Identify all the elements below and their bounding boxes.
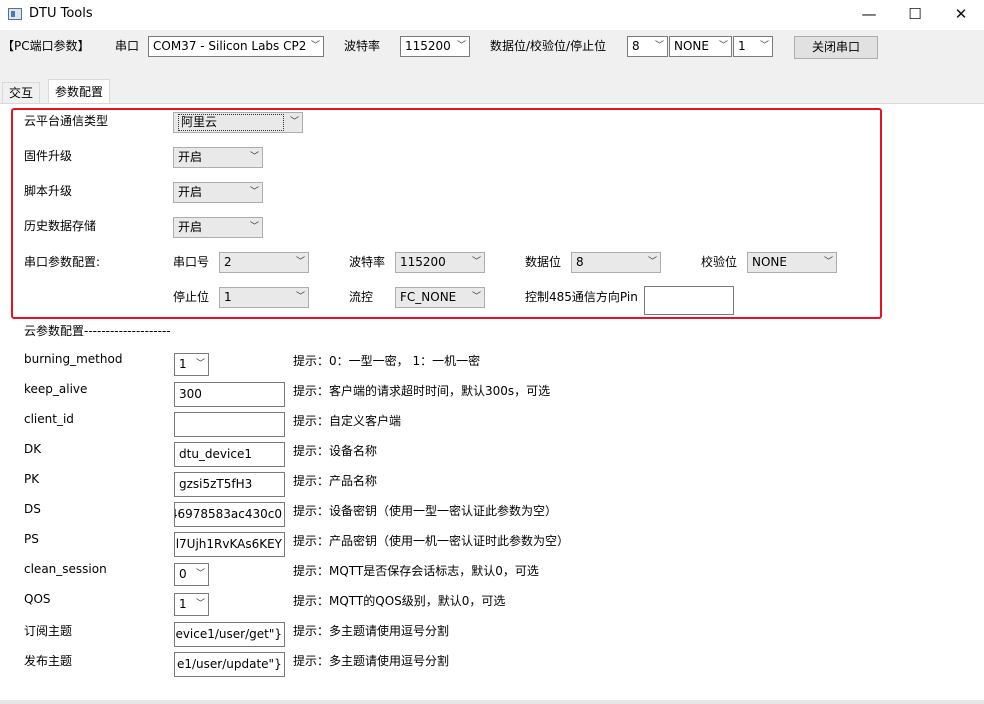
cloud-param-input[interactable]: 300	[174, 382, 285, 407]
serial-port-no-label: 串口号	[173, 255, 210, 269]
cloud-param-input[interactable]	[174, 412, 285, 437]
script-upgrade-label: 脚本升级	[24, 184, 73, 198]
baud-label: 波特率	[344, 39, 381, 53]
cloud-param-hint: 提示：产品名称	[293, 474, 378, 488]
serial-baud-select[interactable]: 115200 ﹀	[395, 252, 485, 273]
chevron-down-icon: ﹀	[293, 253, 308, 272]
dps-label: 数据位/校验位/停止位	[490, 39, 607, 53]
cloud-param-select[interactable]: 1 ﹀	[174, 353, 209, 376]
serial-stopbits-select[interactable]: 1 ﹀	[219, 287, 309, 308]
cloud-param-hint: 提示：MQTT的QOS级别，默认0，可选	[293, 594, 506, 608]
close-window-button[interactable]: ✕	[938, 0, 984, 30]
cloud-param-input[interactable]: e1/user/update"}	[174, 652, 285, 677]
cloud-param-hint: 提示：多主题请使用逗号分割	[293, 654, 450, 668]
cloud-param-label: PS	[24, 532, 39, 546]
pin485-input[interactable]	[644, 286, 734, 315]
cloud-param-hint: 提示：0：一型一密， 1：一机一密	[293, 354, 481, 368]
serial-parity-select[interactable]: NONE ﹀	[747, 252, 837, 273]
chevron-down-icon: ﹀	[247, 148, 262, 167]
cloud-param-label: 订阅主题	[24, 624, 73, 638]
cloud-param-hint: 提示：MQTT是否保存会话标志，默认0，可选	[293, 564, 539, 578]
chevron-down-icon: ﹀	[247, 218, 262, 237]
script-upgrade-select[interactable]: 开启 ﹀	[173, 182, 263, 203]
history-storage-label: 历史数据存储	[24, 219, 97, 233]
stopbits-select[interactable]: 1 ﹀	[733, 36, 773, 57]
cloud-param-label: keep_alive	[24, 382, 88, 396]
cloud-param-input[interactable]: dtu_device1	[174, 442, 285, 467]
serial-databits-label: 数据位	[525, 255, 562, 269]
cloud-type-label: 云平台通信类型	[24, 114, 109, 128]
baud-select[interactable]: 115200 ﹀	[400, 36, 470, 57]
tab-interaction[interactable]: 交互	[2, 82, 41, 104]
port-select[interactable]: COM37 - Silicon Labs CP2 ﹀	[148, 36, 324, 57]
window-title: DTU Tools	[29, 6, 93, 21]
cloud-param-hint: 提示：设备名称	[293, 444, 378, 458]
databits-select[interactable]: 8 ﹀	[627, 36, 668, 57]
serial-stopbits-label: 停止位	[173, 290, 210, 304]
chevron-down-icon: ﹀	[469, 253, 484, 272]
horizontal-scrollbar[interactable]	[0, 700, 984, 704]
serial-port-no-select[interactable]: 2 ﹀	[219, 252, 309, 273]
cloud-param-label: PK	[24, 472, 40, 486]
history-storage-select[interactable]: 开启 ﹀	[173, 217, 263, 238]
cloud-param-hint: 提示：设备密钥（使用一型一密认证此参数为空）	[293, 504, 558, 518]
pin485-label: 控制485通信方向Pin	[525, 290, 638, 304]
chevron-down-icon: ﹀	[308, 37, 323, 56]
serial-flow-label: 流控	[349, 290, 374, 304]
cloud-param-input[interactable]: evice1/user/get"}	[174, 622, 285, 647]
cloud-param-label: 发布主题	[24, 654, 73, 668]
title-bar	[0, 0, 984, 30]
cloud-type-select[interactable]: 阿里云 ﹀	[173, 112, 303, 133]
port-label: 串口	[115, 39, 140, 53]
serial-baud-label: 波特率	[349, 255, 386, 269]
chevron-down-icon: ﹀	[193, 594, 208, 615]
cloud-param-hint: 提示：多主题请使用逗号分割	[293, 624, 450, 638]
minimize-button[interactable]: —	[846, 0, 892, 30]
parity-select[interactable]: NONE ﹀	[669, 36, 732, 57]
tab-parameter-config[interactable]: 参数配置	[48, 79, 111, 104]
serial-config-label: 串口参数配置:	[24, 255, 101, 269]
chevron-down-icon: ﹀	[469, 288, 484, 307]
cloud-param-label: QOS	[24, 592, 51, 606]
chevron-down-icon: ﹀	[287, 113, 302, 132]
fota-label: 固件升级	[24, 149, 73, 163]
cloud-params-section-label: 云参数配置--------------------	[24, 324, 171, 338]
chevron-down-icon: ﹀	[652, 37, 667, 56]
maximize-button[interactable]: ☐	[892, 0, 938, 30]
cloud-param-hint: 提示：自定义客户端	[293, 414, 402, 428]
fota-select[interactable]: 开启 ﹀	[173, 147, 263, 168]
serial-parity-label: 校验位	[701, 255, 738, 269]
chevron-down-icon: ﹀	[193, 354, 208, 375]
tab-strip	[0, 78, 984, 104]
chevron-down-icon: ﹀	[454, 37, 469, 56]
cloud-param-hint: 提示：客户端的请求超时时间，默认300s，可选	[293, 384, 551, 398]
chevron-down-icon: ﹀	[645, 253, 660, 272]
app-icon	[8, 8, 22, 20]
serial-databits-select[interactable]: 8 ﹀	[571, 252, 661, 273]
cloud-param-select[interactable]: 0 ﹀	[174, 563, 209, 586]
cloud-param-input[interactable]: 46978583ac430c0	[174, 502, 285, 527]
cloud-param-label: DK	[24, 442, 42, 456]
cloud-param-label: clean_session	[24, 562, 107, 576]
chevron-down-icon: ﹀	[821, 253, 836, 272]
cloud-param-label: burning_method	[24, 352, 123, 366]
cloud-param-input[interactable]: gzsi5zT5fH3	[174, 472, 285, 497]
chevron-down-icon: ﹀	[247, 183, 262, 202]
chevron-down-icon: ﹀	[193, 564, 208, 585]
close-port-button[interactable]: 关闭串口	[794, 36, 878, 59]
chevron-down-icon: ﹀	[293, 288, 308, 307]
pc-port-section-label: 【PC端口参数】	[2, 39, 90, 53]
cloud-param-label: DS	[24, 502, 41, 516]
chevron-down-icon: ﹀	[716, 37, 731, 56]
cloud-param-label: client_id	[24, 412, 74, 426]
serial-flow-select[interactable]: FC_NONE ﹀	[395, 287, 485, 308]
cloud-param-select[interactable]: 1 ﹀	[174, 593, 209, 616]
cloud-param-hint: 提示：产品密钥（使用一机一密认证时此参数为空）	[293, 534, 570, 548]
chevron-down-icon: ﹀	[757, 37, 772, 56]
cloud-param-input[interactable]: l7Ujh1RvKAs6KEY	[174, 532, 285, 557]
